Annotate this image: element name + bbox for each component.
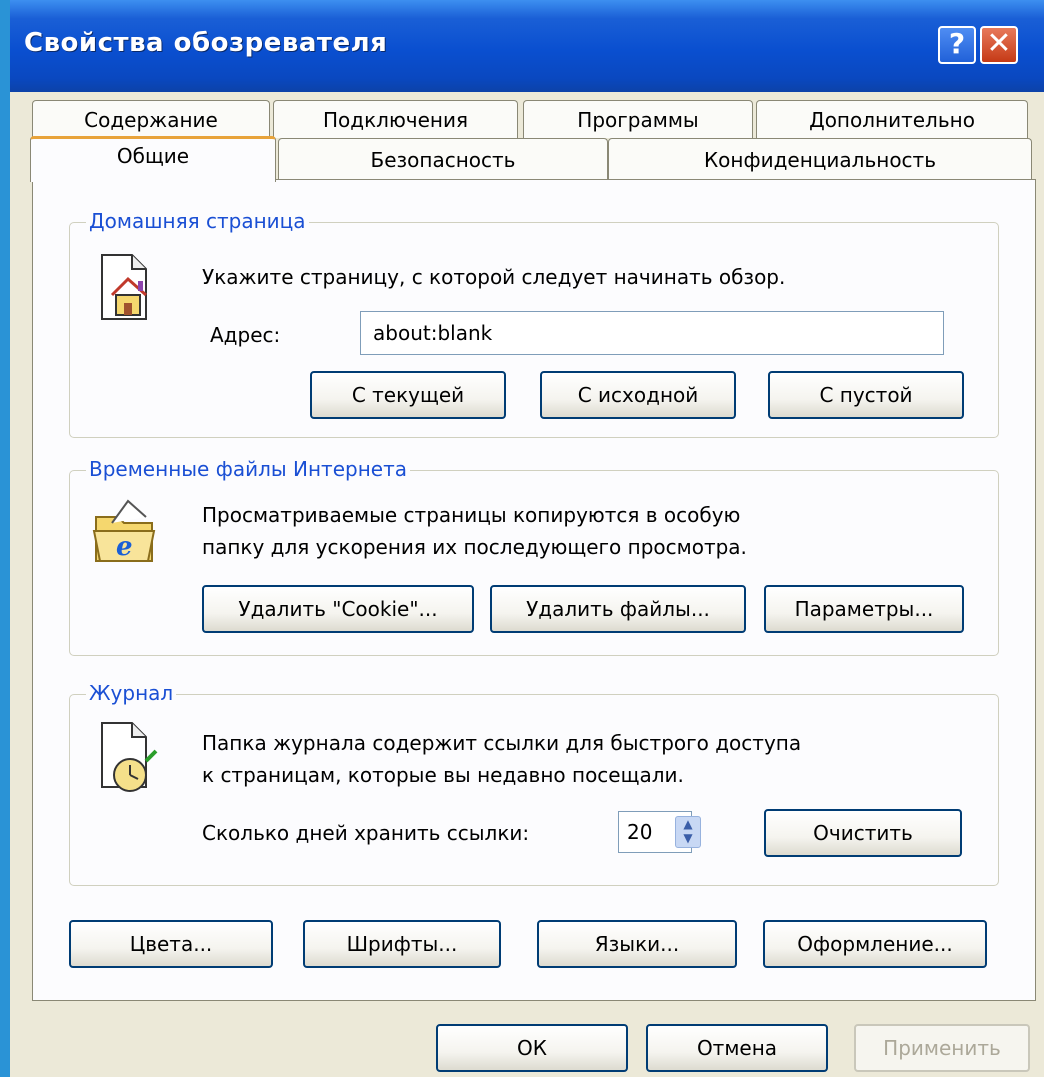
use-current-button[interactable]: С текущей xyxy=(310,371,506,419)
temp-files-description-line2: папку для ускорения их последующего прос… xyxy=(202,535,747,559)
close-button[interactable]: ✕ xyxy=(980,26,1018,64)
tab-advanced[interactable]: Дополнительно xyxy=(756,100,1028,138)
tab-programs[interactable]: Программы xyxy=(523,100,753,138)
ok-button[interactable]: ОК xyxy=(436,1024,628,1072)
svg-text:e: e xyxy=(116,532,133,562)
accessibility-button[interactable]: Оформление... xyxy=(763,920,987,968)
history-description-line1: Папка журнала содержит ссылки для быстро… xyxy=(202,731,802,755)
cancel-button[interactable]: Отмена xyxy=(646,1024,828,1072)
tab-content[interactable]: Содержание xyxy=(32,100,270,138)
fonts-button[interactable]: Шрифты... xyxy=(303,920,501,968)
tab-general[interactable]: Общие xyxy=(30,136,276,182)
days-to-keep-value: 20 xyxy=(627,820,653,844)
home-page-description: Укажите страницу, с которой следует начи… xyxy=(202,265,786,289)
home-page-icon xyxy=(101,254,147,320)
use-blank-button[interactable]: С пустой xyxy=(768,371,964,419)
days-to-keep-spinner[interactable]: 20 ▲ ▼ xyxy=(618,811,701,853)
spinner-arrows-icon[interactable]: ▲ ▼ xyxy=(675,816,701,848)
general-tab-panel: Домашняя страница Укажите страницу, с ко… xyxy=(32,179,1036,1001)
delete-files-button[interactable]: Удалить файлы... xyxy=(490,585,746,633)
home-page-group-label: Домашняя страница xyxy=(86,209,309,233)
history-description-line2: к страницам, которые вы недавно посещали… xyxy=(202,763,684,787)
languages-button[interactable]: Языки... xyxy=(537,920,737,968)
days-to-keep-label: Сколько дней хранить ссылки: xyxy=(202,821,530,845)
history-clock-icon xyxy=(101,722,158,792)
use-default-button[interactable]: С исходной xyxy=(540,371,736,419)
ie-folder-icon: e xyxy=(92,499,156,562)
home-page-group: Домашняя страница Укажите страницу, с ко… xyxy=(69,209,999,438)
temp-files-description-line1: Просматриваемые страницы копируются в ос… xyxy=(202,503,741,527)
address-input[interactable]: about:blank xyxy=(360,311,944,355)
colors-button[interactable]: Цвета... xyxy=(69,920,273,968)
history-group: Журнал Папка журнала содержит ссылки для… xyxy=(69,681,999,886)
window-title: Свойства обозревателя xyxy=(24,28,388,58)
tab-privacy[interactable]: Конфиденциальность xyxy=(608,138,1032,180)
apply-button[interactable]: Применить xyxy=(854,1024,1030,1072)
history-group-label: Журнал xyxy=(86,681,177,705)
delete-cookies-button[interactable]: Удалить "Cookie"... xyxy=(202,585,474,633)
tab-security[interactable]: Безопасность xyxy=(278,138,608,180)
temp-files-group: Временные файлы Интернета e Просматривае… xyxy=(69,457,999,656)
title-bar[interactable]: Свойства обозревателя ? ✕ xyxy=(10,0,1044,92)
internet-options-dialog: Свойства обозревателя ? ✕ Содержание Под… xyxy=(10,0,1044,1077)
address-label: Адрес: xyxy=(210,323,281,347)
clear-history-button[interactable]: Очистить xyxy=(764,809,962,857)
settings-button[interactable]: Параметры... xyxy=(764,585,964,633)
temp-files-group-label: Временные файлы Интернета xyxy=(86,457,410,481)
help-button[interactable]: ? xyxy=(938,26,976,64)
tab-connections[interactable]: Подключения xyxy=(273,100,518,138)
